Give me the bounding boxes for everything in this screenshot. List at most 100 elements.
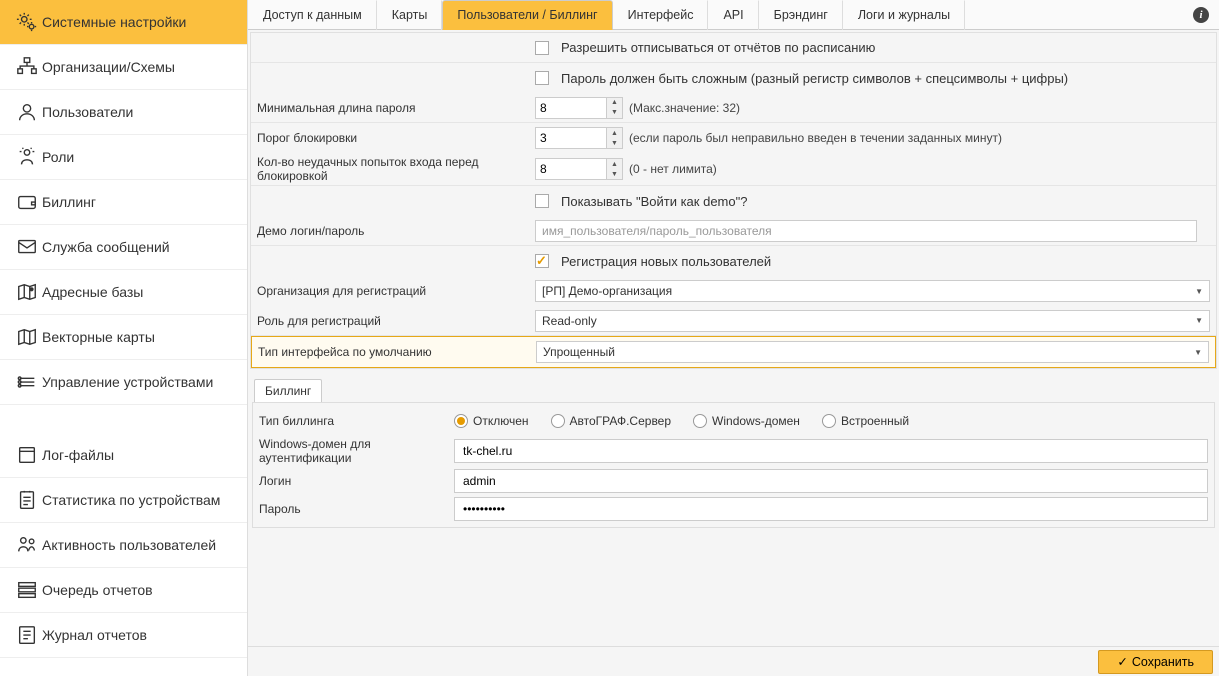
sidebar-item-device-stats[interactable]: Статистика по устройствам bbox=[0, 478, 247, 523]
tab-maps[interactable]: Карты bbox=[377, 0, 443, 30]
min-pwd-length-input[interactable] bbox=[535, 97, 607, 119]
sidebar-item-devices[interactable]: Управление устройствами bbox=[0, 360, 247, 405]
demo-login-input[interactable] bbox=[535, 220, 1197, 242]
queue-icon bbox=[12, 579, 42, 601]
complex-password-label: Пароль должен быть сложным (разный регис… bbox=[561, 71, 1068, 86]
sidebar-item-organizations[interactable]: Организации/Схемы bbox=[0, 45, 247, 90]
top-tabs: Доступ к данным Карты Пользователи / Бил… bbox=[248, 0, 1219, 30]
sidebar-item-system-settings[interactable]: Системные настройки bbox=[0, 0, 247, 45]
sidebar-item-user-activity[interactable]: Активность пользователей bbox=[0, 523, 247, 568]
user-icon bbox=[12, 101, 42, 123]
reg-role-select[interactable]: Read-only ▼ bbox=[535, 310, 1210, 332]
radio-icon bbox=[454, 414, 468, 428]
tab-logs[interactable]: Логи и журналы bbox=[843, 0, 965, 30]
tab-branding[interactable]: Брэндинг bbox=[759, 0, 843, 30]
spinner-up-icon[interactable]: ▲ bbox=[607, 128, 622, 138]
content-area: Разрешить отписываться от отчётов по рас… bbox=[248, 30, 1219, 646]
reg-org-value: [РП] Демо-организация bbox=[542, 284, 672, 298]
win-domain-label: Windows-домен для аутентификации bbox=[259, 437, 454, 465]
sidebar-item-label: Очередь отчетов bbox=[42, 582, 237, 598]
tab-data-access[interactable]: Доступ к данным bbox=[248, 0, 377, 30]
sidebar-item-messages[interactable]: Служба сообщений bbox=[0, 225, 247, 270]
activity-icon bbox=[12, 534, 42, 556]
allow-unsubscribe-label: Разрешить отписываться от отчётов по рас… bbox=[561, 40, 875, 55]
sidebar-item-label: Пользователи bbox=[42, 104, 237, 120]
checkbox-show-demo[interactable] bbox=[535, 194, 549, 208]
radio-icon bbox=[693, 414, 707, 428]
vector-map-icon bbox=[12, 326, 42, 348]
sidebar-item-report-queue[interactable]: Очередь отчетов bbox=[0, 568, 247, 613]
checkbox-new-user-registration[interactable] bbox=[535, 254, 549, 268]
tab-interface[interactable]: Интерфейс bbox=[613, 0, 709, 30]
lockout-threshold-hint: (если пароль был неправильно введен в те… bbox=[629, 131, 1002, 145]
sidebar-item-report-journal[interactable]: Журнал отчетов bbox=[0, 613, 247, 658]
spinner-down-icon[interactable]: ▼ bbox=[607, 108, 622, 118]
radio-disabled[interactable]: Отключен bbox=[454, 414, 529, 428]
chevron-down-icon: ▼ bbox=[1194, 348, 1202, 357]
default-interface-select[interactable]: Упрощенный ▼ bbox=[536, 341, 1209, 363]
spinner-down-icon[interactable]: ▼ bbox=[607, 138, 622, 148]
journal-icon bbox=[12, 624, 42, 646]
sidebar-item-label: Биллинг bbox=[42, 194, 237, 210]
radio-windows-domain[interactable]: Windows-домен bbox=[693, 414, 800, 428]
login-input[interactable] bbox=[454, 469, 1208, 493]
sidebar-item-roles[interactable]: Роли bbox=[0, 135, 247, 180]
sidebar: Системные настройки Организации/Схемы По… bbox=[0, 0, 248, 676]
sidebar-item-label: Векторные карты bbox=[42, 329, 237, 345]
wallet-icon bbox=[12, 191, 42, 213]
billing-type-label: Тип биллинга bbox=[259, 414, 454, 428]
sidebar-item-label: Управление устройствами bbox=[42, 374, 237, 390]
sidebar-item-label: Активность пользователей bbox=[42, 537, 237, 553]
sidebar-item-addresses[interactable]: Адресные базы bbox=[0, 270, 247, 315]
checkbox-allow-unsubscribe[interactable] bbox=[535, 41, 549, 55]
demo-login-label: Демо логин/пароль bbox=[257, 224, 535, 238]
sidebar-item-logfiles[interactable]: Лог-файлы bbox=[0, 433, 247, 478]
checkbox-complex-password[interactable] bbox=[535, 71, 549, 85]
spinner-down-icon[interactable]: ▼ bbox=[607, 169, 622, 179]
tab-users-billing[interactable]: Пользователи / Биллинг bbox=[442, 0, 612, 30]
min-pwd-length-label: Минимальная длина пароля bbox=[257, 101, 535, 115]
sidebar-item-label: Системные настройки bbox=[42, 14, 237, 30]
show-demo-label: Показывать "Войти как demo"? bbox=[561, 194, 747, 209]
new-user-reg-label: Регистрация новых пользователей bbox=[561, 254, 771, 269]
failed-attempts-hint: (0 - нет лимита) bbox=[629, 162, 717, 176]
bottom-bar: ✓ Сохранить bbox=[248, 646, 1219, 676]
sidebar-item-vector-maps[interactable]: Векторные карты bbox=[0, 315, 247, 360]
sidebar-item-label: Журнал отчетов bbox=[42, 627, 237, 643]
main: Доступ к данным Карты Пользователи / Бил… bbox=[248, 0, 1219, 676]
radio-icon bbox=[822, 414, 836, 428]
sidebar-item-label: Лог-файлы bbox=[42, 447, 237, 463]
info-icon[interactable]: i bbox=[1193, 7, 1209, 23]
password-input[interactable] bbox=[454, 497, 1208, 521]
sidebar-item-billing[interactable]: Биллинг bbox=[0, 180, 247, 225]
save-button[interactable]: ✓ Сохранить bbox=[1098, 650, 1213, 674]
check-icon: ✓ bbox=[1117, 654, 1127, 669]
reg-org-select[interactable]: [РП] Демо-организация ▼ bbox=[535, 280, 1210, 302]
tab-api[interactable]: API bbox=[708, 0, 758, 30]
sidebar-item-label: Статистика по устройствам bbox=[42, 492, 237, 508]
sidebar-item-label: Организации/Схемы bbox=[42, 59, 237, 75]
map-pin-icon bbox=[12, 281, 42, 303]
win-domain-input[interactable] bbox=[454, 439, 1208, 463]
failed-attempts-input[interactable] bbox=[535, 158, 607, 180]
lockout-threshold-label: Порог блокировки bbox=[257, 131, 535, 145]
chevron-down-icon: ▼ bbox=[1195, 287, 1203, 296]
spinner-up-icon[interactable]: ▲ bbox=[607, 159, 622, 169]
sidebar-item-users[interactable]: Пользователи bbox=[0, 90, 247, 135]
save-button-label: Сохранить bbox=[1132, 655, 1194, 669]
devices-icon bbox=[12, 371, 42, 393]
gears-icon bbox=[12, 11, 42, 33]
radio-icon bbox=[551, 414, 565, 428]
chevron-down-icon: ▼ bbox=[1195, 316, 1203, 325]
billing-section-tab[interactable]: Биллинг bbox=[254, 379, 322, 402]
password-label: Пароль bbox=[259, 502, 454, 516]
radio-builtin[interactable]: Встроенный bbox=[822, 414, 909, 428]
lockout-threshold-input[interactable] bbox=[535, 127, 607, 149]
mail-icon bbox=[12, 236, 42, 258]
spinner-up-icon[interactable]: ▲ bbox=[607, 98, 622, 108]
default-interface-label: Тип интерфейса по умолчанию bbox=[258, 345, 536, 359]
default-interface-value: Упрощенный bbox=[543, 345, 615, 359]
stats-icon bbox=[12, 489, 42, 511]
reg-role-label: Роль для регистраций bbox=[257, 314, 535, 328]
radio-autograf[interactable]: АвтоГРАФ.Сервер bbox=[551, 414, 672, 428]
